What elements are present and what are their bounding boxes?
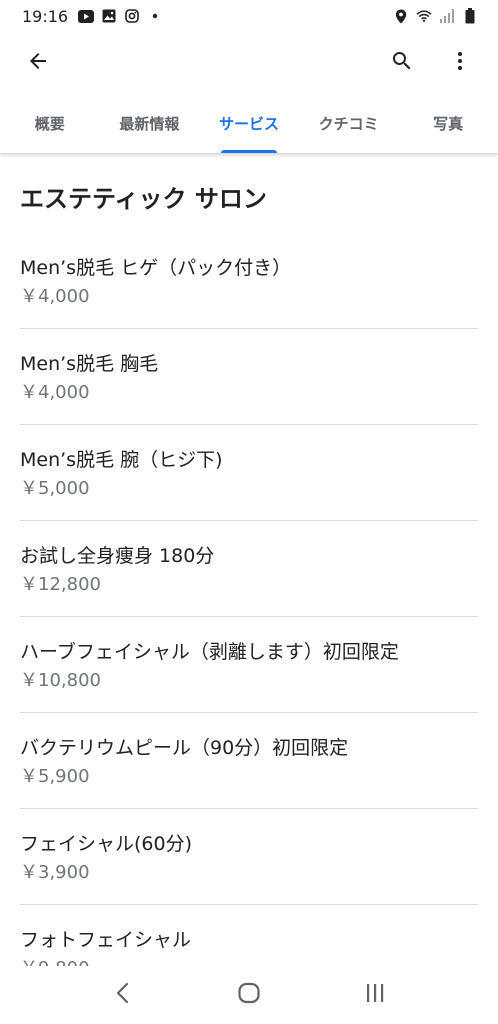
- service-item[interactable]: お試し全身痩身 180分 ￥12,800: [20, 521, 478, 617]
- service-price: ￥10,800: [20, 670, 101, 691]
- system-nav-bar: [0, 966, 498, 1024]
- service-item[interactable]: Men’s脱毛 胸毛 ￥4,000: [20, 329, 478, 425]
- gallery-icon: [101, 8, 117, 24]
- service-price: ￥3,900: [20, 862, 90, 883]
- dot-icon: [147, 8, 163, 24]
- tab-photos[interactable]: 写真: [398, 94, 498, 153]
- nav-back-button[interactable]: [93, 973, 153, 1017]
- service-name: Men’s脱毛 胸毛: [20, 353, 159, 375]
- screen: 19:16 概要 最新情報 サービス クチコミ 写真 エステティック サロン M…: [0, 0, 498, 1024]
- tab-label: サービス: [218, 115, 279, 133]
- service-item[interactable]: フォトフェイシャル ￥9,800: [20, 905, 478, 967]
- back-arrow-icon: [26, 49, 50, 77]
- service-price: ￥5,900: [20, 766, 90, 787]
- more-options-button[interactable]: [438, 41, 482, 85]
- more-vert-icon: [448, 49, 472, 77]
- search-button[interactable]: [380, 41, 424, 85]
- instagram-icon: [124, 8, 140, 24]
- service-item[interactable]: バクテリウムピール（90分）初回限定 ￥5,900: [20, 713, 478, 809]
- service-name: ハーブフェイシャル（剥離します）初回限定: [20, 641, 399, 663]
- service-price: ￥4,000: [20, 286, 90, 307]
- nav-back-icon: [115, 982, 131, 1008]
- tab-label: 概要: [34, 115, 65, 133]
- service-price: ￥5,000: [20, 478, 90, 499]
- tab-overview[interactable]: 概要: [0, 94, 100, 153]
- service-item[interactable]: Men’s脱毛 腕（ヒジ下) ￥5,000: [20, 425, 478, 521]
- back-button[interactable]: [16, 41, 60, 85]
- active-tab-indicator: [220, 150, 277, 153]
- wifi-icon: [416, 8, 432, 24]
- app-bar: [0, 32, 498, 94]
- service-item[interactable]: Men’s脱毛 ヒゲ（パック付き） ￥4,000: [20, 233, 478, 329]
- section-title: エステティック サロン: [20, 185, 267, 213]
- tab-label: クチコミ: [318, 115, 379, 133]
- status-bar: 19:16: [0, 0, 498, 32]
- tab-reviews[interactable]: クチコミ: [299, 94, 399, 153]
- status-left: 19:16: [22, 7, 163, 26]
- nav-recents-icon: [364, 982, 386, 1008]
- tab-label: 写真: [433, 115, 464, 133]
- nav-home-icon: [237, 982, 261, 1008]
- location-icon: [393, 8, 409, 24]
- signal-icon: [439, 8, 455, 24]
- status-time: 19:16: [22, 6, 69, 26]
- service-price: ￥4,000: [20, 382, 90, 403]
- services-content: エステティック サロン Men’s脱毛 ヒゲ（パック付き） ￥4,000 Men…: [0, 155, 498, 967]
- service-name: フォトフェイシャル: [20, 929, 192, 951]
- tab-services[interactable]: サービス: [199, 94, 299, 153]
- youtube-icon: [78, 8, 95, 24]
- service-name: Men’s脱毛 腕（ヒジ下): [20, 449, 223, 471]
- battery-icon: [462, 8, 478, 24]
- status-right: [393, 8, 478, 24]
- service-price: ￥12,800: [20, 574, 101, 595]
- service-list: Men’s脱毛 ヒゲ（パック付き） ￥4,000 Men’s脱毛 胸毛 ￥4,0…: [0, 233, 498, 967]
- service-name: バクテリウムピール（90分）初回限定: [20, 737, 349, 759]
- service-name: フェイシャル(60分): [20, 833, 193, 855]
- service-item[interactable]: フェイシャル(60分) ￥3,900: [20, 809, 478, 905]
- tab-label: 最新情報: [119, 115, 180, 133]
- nav-recents-button[interactable]: [345, 973, 405, 1017]
- service-name: お試し全身痩身 180分: [20, 545, 215, 567]
- tab-bar: 概要 最新情報 サービス クチコミ 写真: [0, 94, 498, 154]
- service-item[interactable]: ハーブフェイシャル（剥離します）初回限定 ￥10,800: [20, 617, 478, 713]
- service-name: Men’s脱毛 ヒゲ（パック付き）: [20, 257, 292, 279]
- search-icon: [390, 49, 414, 77]
- nav-home-button[interactable]: [219, 973, 279, 1017]
- tab-updates[interactable]: 最新情報: [100, 94, 200, 153]
